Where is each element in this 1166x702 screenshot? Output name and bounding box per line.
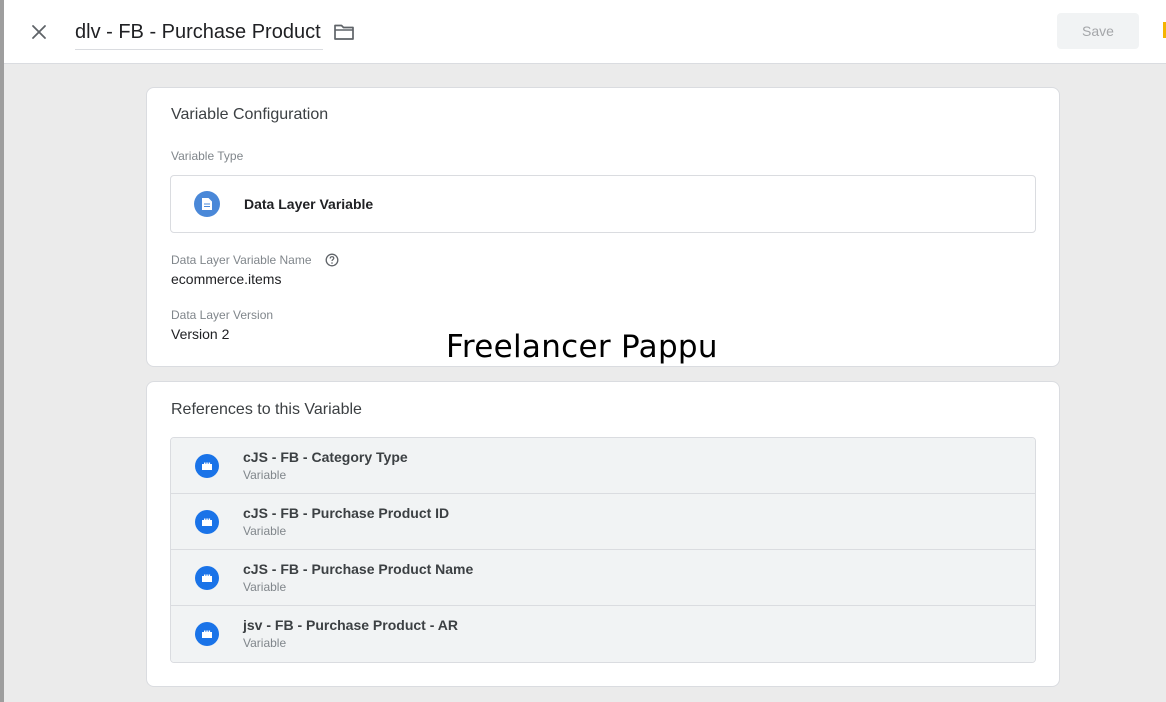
top-bar: dlv - FB - Purchase Product Save [4,0,1166,64]
close-icon [32,25,46,39]
variable-block-icon [195,510,219,534]
list-item[interactable]: cJS - FB - Purchase Product Name Variabl… [171,550,1035,606]
reference-type: Variable [243,636,287,650]
dlv-name-value: ecommerce.items [171,271,282,287]
document-icon [194,191,220,217]
variable-block-icon [195,622,219,646]
list-item[interactable]: cJS - FB - Category Type Variable [171,438,1035,494]
list-item[interactable]: cJS - FB - Purchase Product ID Variable [171,494,1035,550]
reference-type: Variable [243,468,287,482]
variable-block-icon [195,454,219,478]
watermark-text: Freelancer Pappu [446,329,718,365]
title-field[interactable]: dlv - FB - Purchase Product [75,16,323,50]
dlv-version-value: Version 2 [171,326,230,342]
variable-configuration-card: Variable Configuration Variable Type Dat… [146,87,1060,367]
reference-type: Variable [243,580,287,594]
references-list: cJS - FB - Category Type Variable cJS - … [170,437,1036,663]
folder-icon [334,24,354,40]
dlv-name-label: Data Layer Variable Name [171,253,312,267]
reference-type: Variable [243,524,287,538]
variable-type-selector[interactable]: Data Layer Variable [170,175,1036,233]
variable-title: dlv - FB - Purchase Product [75,21,321,43]
close-button[interactable] [24,17,54,47]
reference-name: cJS - FB - Category Type [243,449,408,465]
help-icon[interactable] [325,253,339,267]
references-card: References to this Variable cJS - FB - C… [146,381,1060,687]
variable-type-label: Variable Type [171,149,244,163]
card-heading: Variable Configuration [171,106,329,123]
variable-type-value: Data Layer Variable [244,196,374,212]
variable-editor: dlv - FB - Purchase Product Save Variabl… [0,0,1166,702]
reference-name: cJS - FB - Purchase Product ID [243,505,450,521]
reference-name: cJS - FB - Purchase Product Name [243,561,474,577]
list-item[interactable]: jsv - FB - Purchase Product - AR Variabl… [171,606,1035,662]
dlv-version-label: Data Layer Version [171,308,274,322]
variable-block-icon [195,566,219,590]
folder-button[interactable] [330,19,358,45]
save-button[interactable]: Save [1057,13,1139,49]
reference-name: jsv - FB - Purchase Product - AR [243,617,458,633]
references-heading: References to this Variable [171,401,362,418]
